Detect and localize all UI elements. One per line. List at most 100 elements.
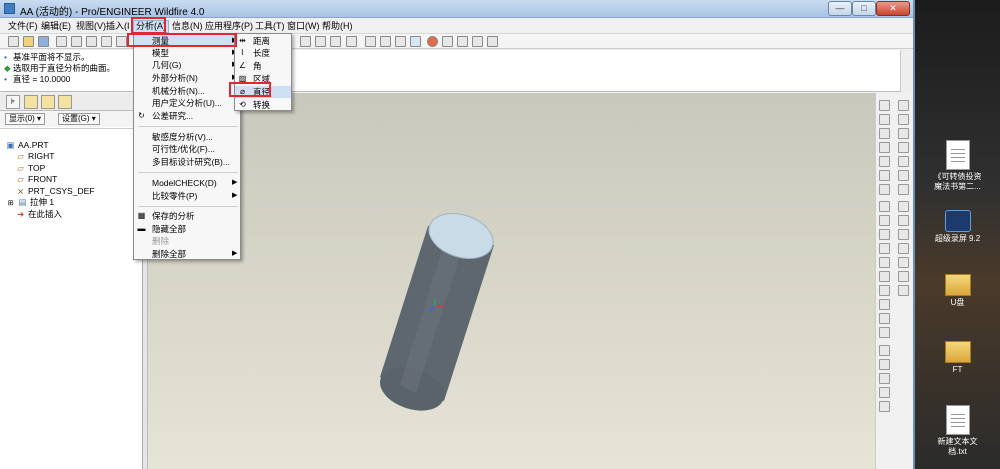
tool-icon[interactable] <box>898 229 909 240</box>
menu-item-delete-all[interactable]: 删除全部 ▶ <box>134 248 240 260</box>
menu-item-mechanism-analysis[interactable]: 机械分析(N)... <box>134 85 240 97</box>
draft-tool-icon[interactable] <box>879 299 890 310</box>
tool-icon[interactable] <box>898 257 909 268</box>
tool-icon[interactable] <box>898 271 909 282</box>
menu-item-sensitivity[interactable]: 敏感度分析(V)... <box>134 131 240 143</box>
menu-info[interactable]: 信息(N) <box>170 20 205 33</box>
revolve-tool-icon[interactable] <box>879 215 890 226</box>
tree-item-front[interactable]: ▱ FRONT <box>16 174 57 184</box>
csys-toggle-icon[interactable] <box>487 36 498 47</box>
datum-axes-toggle-icon[interactable] <box>457 36 468 47</box>
zoom-out-icon[interactable] <box>315 36 326 47</box>
datum-points-toggle-icon[interactable] <box>472 36 483 47</box>
menu-tools[interactable]: 工具(T) <box>253 20 287 33</box>
tool-icon[interactable] <box>898 128 909 139</box>
menu-help[interactable]: 帮助(H) <box>320 20 355 33</box>
refit-icon[interactable] <box>330 36 341 47</box>
tool-icon[interactable] <box>898 100 909 111</box>
sweep-tool-icon[interactable] <box>879 229 890 240</box>
message-scrollbar[interactable] <box>900 50 913 92</box>
chamfer-tool-icon[interactable] <box>879 327 890 338</box>
model-tree-tab-icon[interactable]: ⊧ <box>6 95 20 109</box>
extrude-tool-icon[interactable] <box>879 201 890 212</box>
show-dropdown[interactable]: 显示(0) ▾ <box>5 113 46 125</box>
cylinder-model[interactable] <box>374 206 498 418</box>
favorites-tab-icon[interactable] <box>41 95 55 109</box>
shell-tool-icon[interactable] <box>879 271 890 282</box>
menu-item-tolerance-study[interactable]: ↻ 公差研究... <box>134 110 240 122</box>
menu-item-measure[interactable]: 测量▶ <box>134 35 240 47</box>
merge-tool-icon[interactable] <box>879 373 890 384</box>
tree-item-insert-here[interactable]: ➔ 在此插入 <box>16 209 62 219</box>
tree-item-part[interactable]: ▣ AA.PRT <box>6 140 48 150</box>
menu-item-saved-analysis[interactable]: ▦ 保存的分析 <box>134 210 240 222</box>
menu-item-geometry[interactable]: 几何(G)▶ <box>134 59 240 71</box>
tree-item-extrude[interactable]: ⊞ ▤ 拉伸 1 <box>6 197 55 209</box>
submenu-item-angle[interactable]: ∠ 角 <box>235 60 291 72</box>
offset-tool-icon[interactable] <box>879 401 890 412</box>
desktop-icon-screen-recorder[interactable]: 超级录屏 9.2 <box>915 210 1000 244</box>
hidden-line-icon[interactable] <box>380 36 391 47</box>
cut-icon[interactable] <box>116 36 127 47</box>
new-file-icon[interactable] <box>8 36 19 47</box>
redo-icon[interactable] <box>101 36 112 47</box>
menu-edit[interactable]: 编辑(E) <box>39 20 73 33</box>
save-icon[interactable] <box>38 36 49 47</box>
menu-item-modelcheck[interactable]: ModelCHECK(D) ▶ <box>134 177 240 189</box>
appearance-icon[interactable] <box>427 36 438 47</box>
tool-icon[interactable] <box>898 184 909 195</box>
desktop-icon-usb[interactable]: U盘 <box>915 268 1000 308</box>
menu-applications[interactable]: 应用程序(P) <box>203 20 255 33</box>
tool-icon[interactable] <box>898 243 909 254</box>
tool-icon[interactable] <box>898 142 909 153</box>
view-manager-icon[interactable] <box>346 36 357 47</box>
maximize-button[interactable]: □ <box>852 1 876 16</box>
tree-item-csys[interactable]: ⨯ PRT_CSYS_DEF <box>16 186 95 196</box>
round-tool-icon[interactable] <box>879 313 890 324</box>
datum-plane-tool-icon[interactable] <box>879 100 890 111</box>
submenu-item-distance[interactable]: ⇹ 距离 <box>235 35 291 47</box>
desktop-icon-ft[interactable]: FT <box>915 335 1000 375</box>
submenu-item-transform[interactable]: ⟲ 转换 <box>235 99 291 111</box>
undo-icon[interactable] <box>86 36 97 47</box>
model-viewport[interactable] <box>148 93 875 469</box>
close-button[interactable]: ✕ <box>876 1 910 16</box>
analysis-tool-icon[interactable] <box>879 170 890 181</box>
tool-icon[interactable] <box>898 215 909 226</box>
tool-icon[interactable] <box>898 201 909 212</box>
submenu-item-diameter[interactable]: ⌀ 直径 <box>235 86 291 98</box>
wireframe-icon[interactable] <box>365 36 376 47</box>
datum-planes-toggle-icon[interactable] <box>442 36 453 47</box>
minimize-button[interactable]: — <box>828 1 852 16</box>
tool-icon[interactable] <box>898 156 909 167</box>
menu-item-hide-all[interactable]: ▬ 隐藏全部 <box>134 223 240 235</box>
expand-icon[interactable]: ⊞ <box>6 199 15 209</box>
tool-icon[interactable] <box>898 170 909 181</box>
blend-tool-icon[interactable] <box>879 243 890 254</box>
zoom-in-icon[interactable] <box>300 36 311 47</box>
datum-point-tool-icon[interactable] <box>879 142 890 153</box>
no-hidden-icon[interactable] <box>395 36 406 47</box>
menu-item-external-analysis[interactable]: 外部分析(N)▶ <box>134 72 240 84</box>
print-icon[interactable] <box>56 36 67 47</box>
menu-window[interactable]: 窗口(W) <box>285 20 322 33</box>
hole-tool-icon[interactable] <box>879 257 890 268</box>
menu-item-feasibility[interactable]: 可行性/优化(F)... <box>134 143 240 155</box>
menu-insert[interactable]: 插入(I <box>104 20 132 33</box>
pattern-tool-icon[interactable] <box>879 345 890 356</box>
submenu-item-area[interactable]: ▨ 区域 <box>235 73 291 85</box>
open-file-icon[interactable] <box>23 36 34 47</box>
tree-item-right[interactable]: ▱ RIGHT <box>16 151 54 161</box>
shading-icon[interactable] <box>410 36 421 47</box>
datum-axis-tool-icon[interactable] <box>879 114 890 125</box>
trim-tool-icon[interactable] <box>879 387 890 398</box>
menu-view[interactable]: 视图(V) <box>74 20 108 33</box>
menu-item-multi-objective[interactable]: 多目标设计研究(B)... <box>134 156 240 168</box>
mirror-tool-icon[interactable] <box>879 359 890 370</box>
tool-icon[interactable] <box>898 285 909 296</box>
submenu-item-length[interactable]: ⌇ 长度 <box>235 47 291 59</box>
menu-item-compare-parts[interactable]: 比较零件(P) ▶ <box>134 190 240 202</box>
menu-analysis[interactable]: 分析(A) <box>133 20 169 33</box>
csys-tool-icon[interactable] <box>879 156 890 167</box>
desktop-icon-book[interactable]: 《可转债投资 魔法书第二... <box>915 140 1000 192</box>
